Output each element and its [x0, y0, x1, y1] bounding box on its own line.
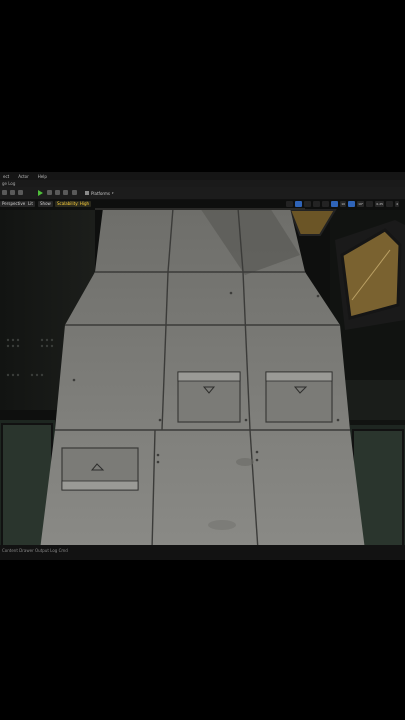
grid-snap-value[interactable]: 10	[340, 201, 347, 207]
show-button[interactable]: Show	[38, 201, 53, 207]
scale-snap-value[interactable]: 0.25	[375, 201, 385, 207]
scale-snap-icon[interactable]	[366, 201, 374, 207]
menu-item-edit[interactable]: ect	[3, 174, 9, 179]
platforms-icon	[85, 191, 89, 195]
lit-button[interactable]: Lit	[26, 201, 35, 207]
scalability-warning[interactable]: Scalability: High	[55, 201, 92, 207]
unreal-editor-window: ect Actor Help ge Log Platforms ▾ Perspe…	[0, 172, 405, 560]
main-toolbar: Platforms ▾	[0, 187, 405, 200]
play-options-icon[interactable]	[47, 190, 52, 195]
eject-icon[interactable]	[72, 190, 77, 195]
status-bar-text[interactable]: Content Drawer Output Log Cmd	[2, 548, 68, 553]
platforms-button[interactable]: Platforms ▾	[85, 189, 113, 197]
menu-bar: ect Actor Help	[0, 172, 405, 180]
status-bar: Content Drawer Output Log Cmd	[0, 545, 405, 560]
stop-icon[interactable]	[63, 190, 68, 195]
rotation-snap-icon[interactable]	[348, 201, 356, 207]
platforms-label: Platforms	[91, 190, 110, 196]
select-mode-icon[interactable]	[286, 201, 294, 207]
translate-icon[interactable]	[295, 201, 303, 207]
world-local-icon[interactable]	[322, 201, 330, 207]
viewport-toolbar: Perspective Lit Show Scalability: High 1…	[0, 200, 405, 209]
blueprint-icon[interactable]	[18, 190, 23, 195]
grid-snap-icon[interactable]	[331, 201, 339, 207]
menu-item-actor[interactable]: Actor	[18, 174, 29, 179]
rotate-icon[interactable]	[304, 201, 312, 207]
perspective-button[interactable]: Perspective	[0, 201, 28, 207]
menu-item-help[interactable]: Help	[38, 174, 47, 179]
level-tab[interactable]: ge Log	[0, 181, 15, 186]
level-tab-bar: ge Log	[0, 180, 405, 187]
camera-speed-value[interactable]: 4	[395, 201, 399, 207]
level-viewport[interactable]: Perspective Lit Show Scalability: High 1…	[0, 200, 405, 545]
add-actor-icon[interactable]	[10, 190, 15, 195]
chevron-down-icon: ▾	[111, 191, 114, 195]
viewport-scene	[0, 200, 405, 545]
scale-icon[interactable]	[313, 201, 321, 207]
viewport-snap-controls: 10 10° 0.25 4	[286, 201, 399, 207]
mode-select-icon[interactable]	[2, 190, 7, 195]
play-icon[interactable]	[38, 190, 43, 196]
camera-speed-icon[interactable]	[386, 201, 394, 207]
rotation-snap-value[interactable]: 10°	[357, 201, 365, 207]
pause-icon[interactable]	[55, 190, 60, 195]
